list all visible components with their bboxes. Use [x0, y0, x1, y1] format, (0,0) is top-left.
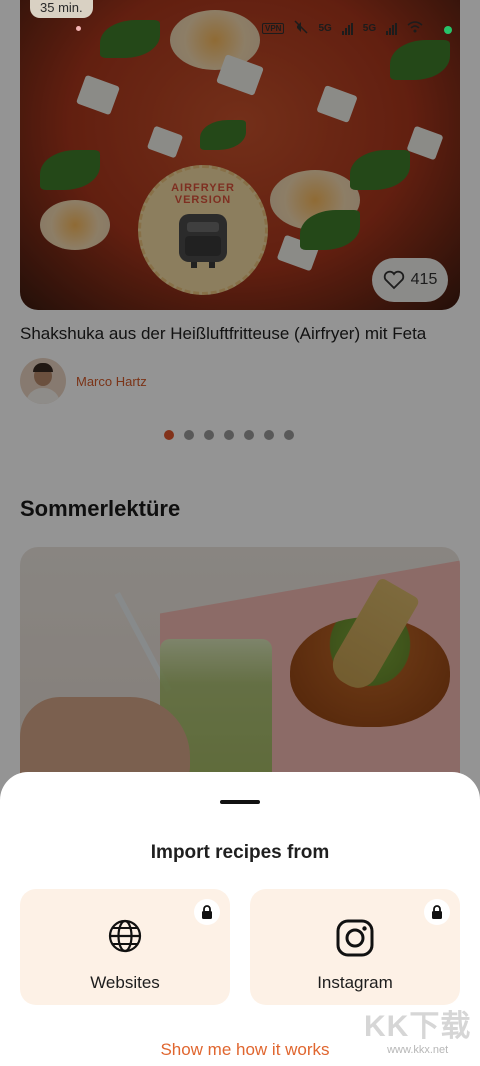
- signal-icon-2: [386, 22, 398, 35]
- instagram-icon: [336, 919, 374, 957]
- sheet-drag-handle[interactable]: [220, 800, 260, 804]
- watermark-logo: KK下载: [364, 1010, 472, 1043]
- option-label: Instagram: [317, 973, 393, 992]
- duration-chip: 35 min.: [30, 0, 93, 18]
- wifi-icon: [407, 21, 423, 36]
- sheet-title: Import recipes from: [150, 842, 330, 863]
- import-bottom-sheet: Import recipes from Websites Instagram S…: [0, 772, 480, 1066]
- import-websites-button[interactable]: Websites: [20, 889, 230, 1005]
- import-instagram-button[interactable]: Instagram: [250, 889, 460, 1005]
- notification-dot: [76, 26, 81, 31]
- signal-icon-1: [341, 22, 353, 35]
- site-watermark: KK下载 www.kkx.net: [364, 1010, 471, 1056]
- status-bar: 35 min. VPN 5G 5G: [0, 0, 480, 40]
- option-label: Websites: [90, 973, 160, 992]
- camera-indicator-icon: [444, 26, 452, 34]
- network-label-1: 5G: [318, 23, 332, 34]
- vpn-icon: VPN: [262, 23, 285, 34]
- mute-icon: [294, 20, 308, 37]
- status-icons: VPN 5G 5G: [262, 20, 423, 37]
- watermark-url: www.kkx.net: [387, 1044, 449, 1056]
- globe-icon: [108, 919, 142, 953]
- network-label-2: 5G: [362, 23, 377, 34]
